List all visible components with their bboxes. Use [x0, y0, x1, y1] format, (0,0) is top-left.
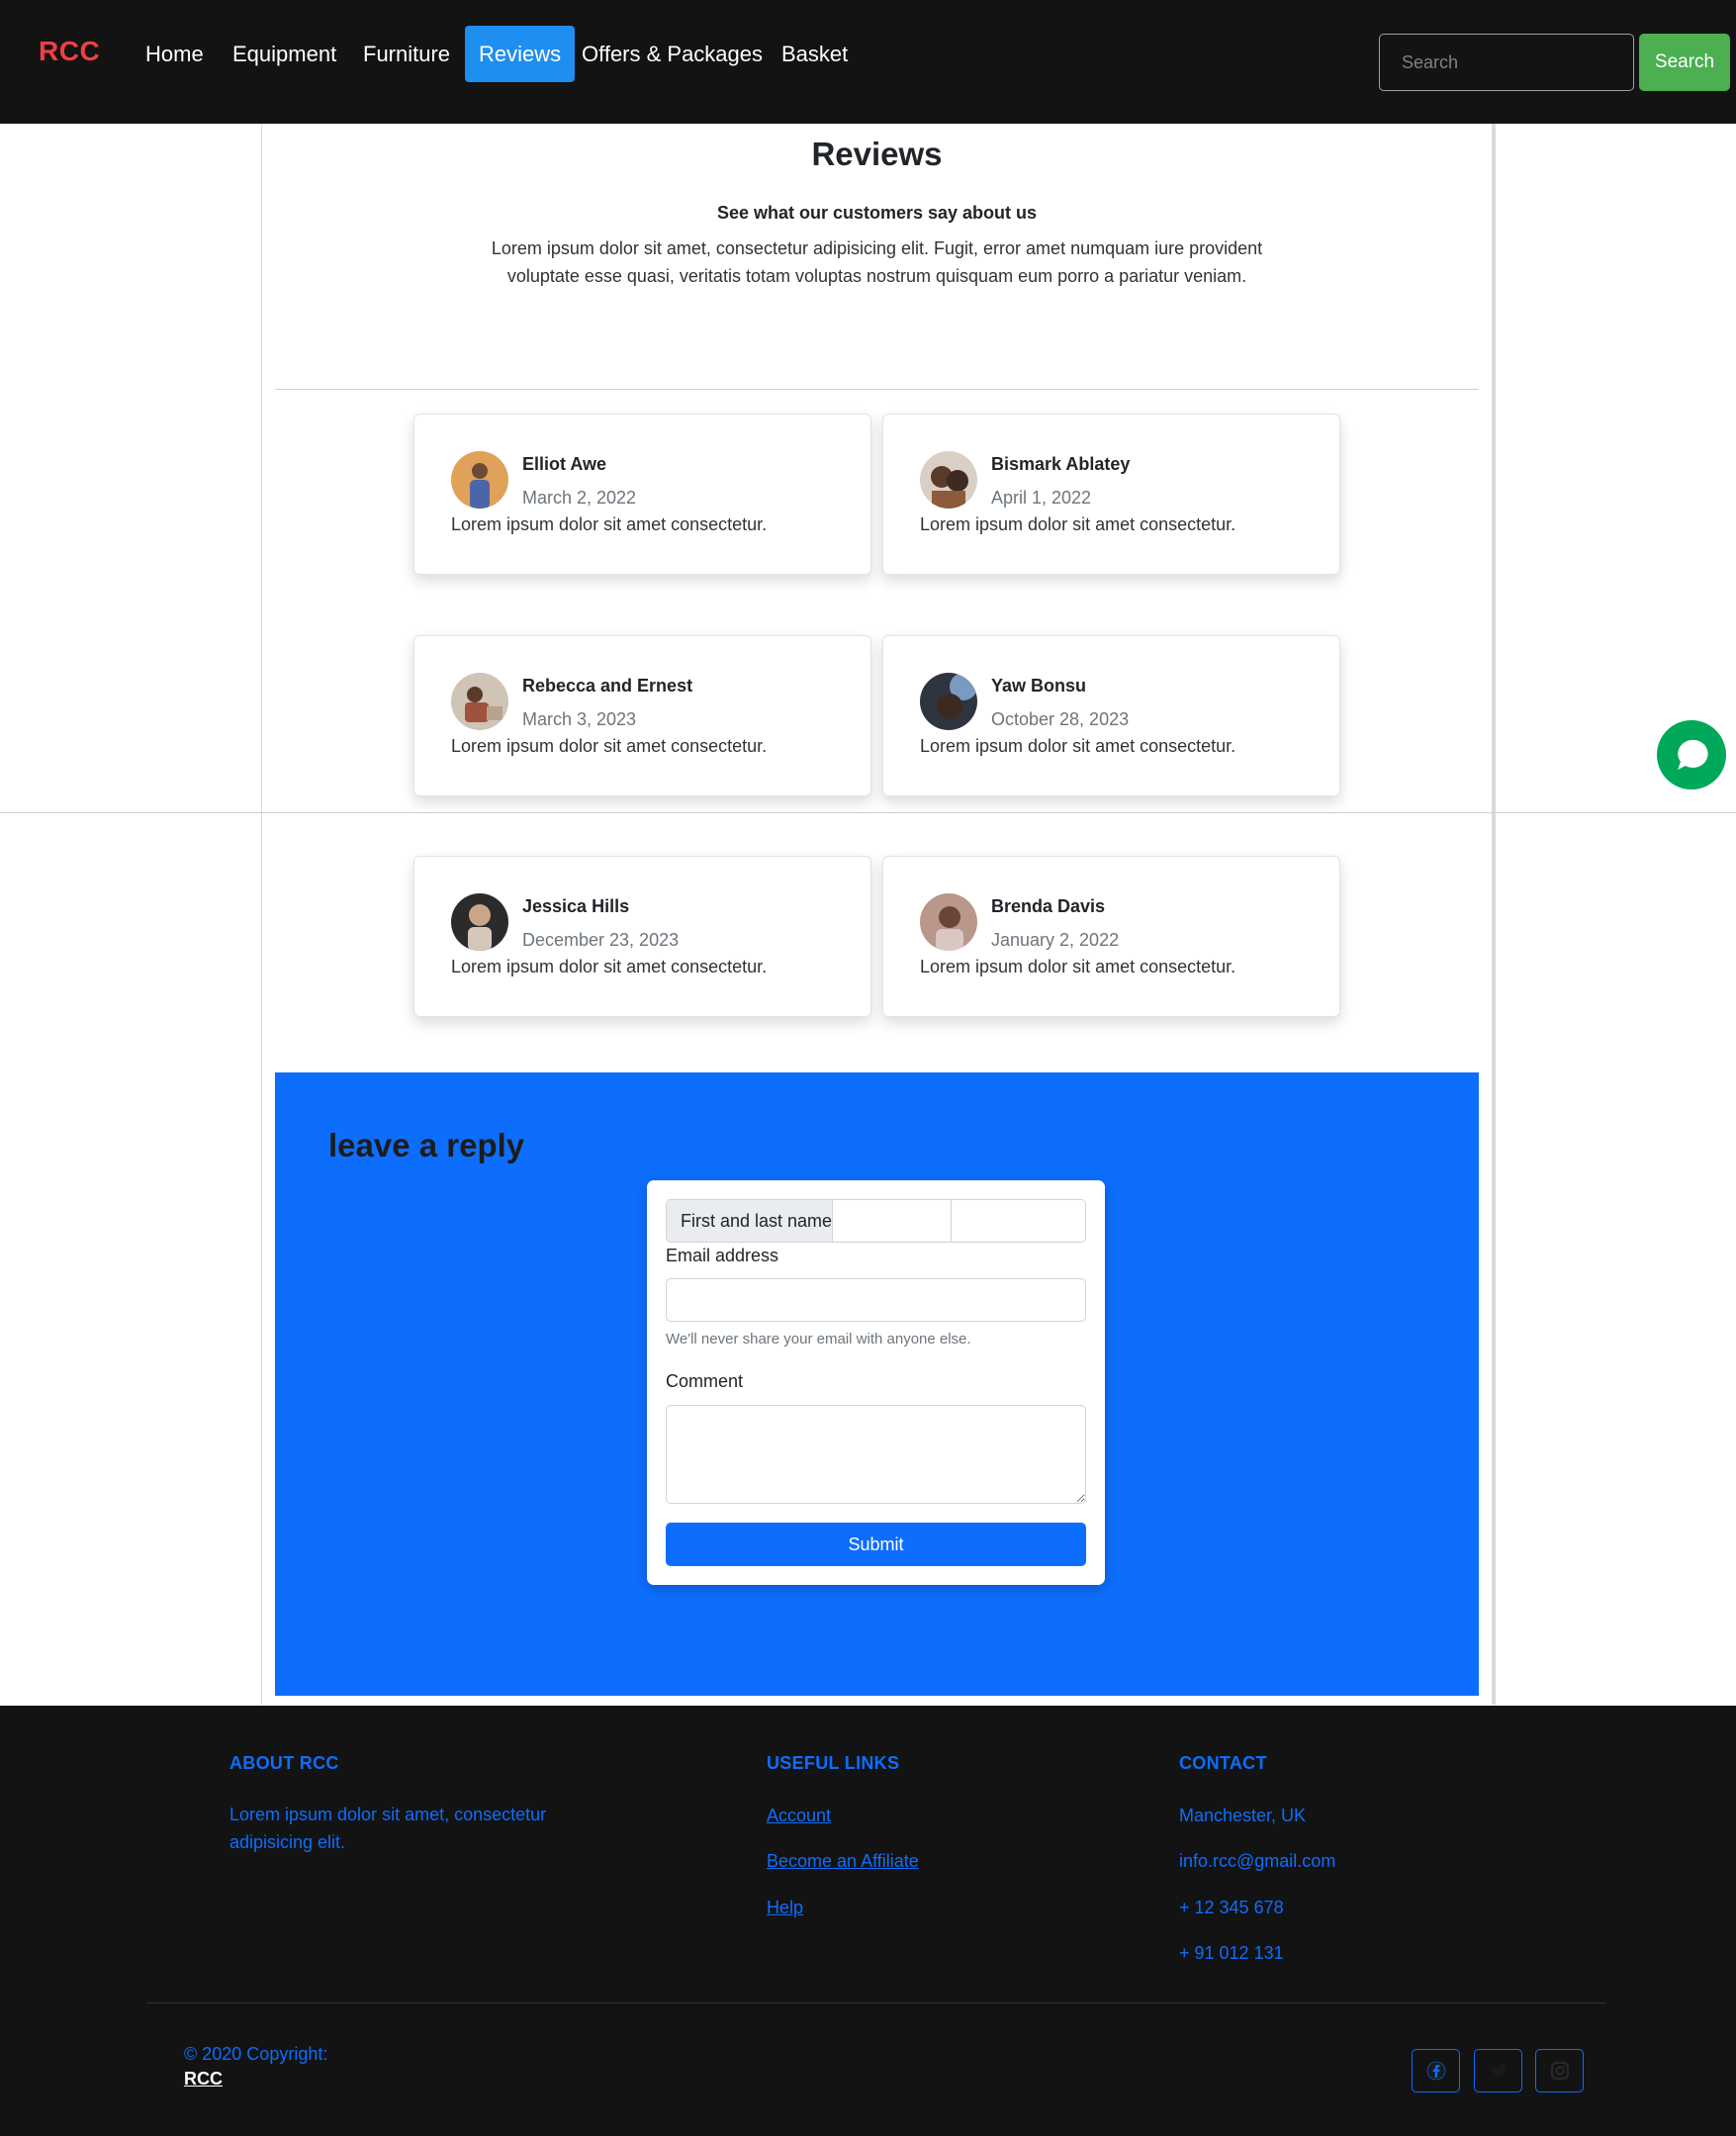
facebook-icon — [1426, 2061, 1445, 2081]
reply-form: First and last name Email address We'll … — [647, 1180, 1105, 1585]
name-label: First and last name — [667, 1200, 834, 1242]
review-text: Lorem ipsum dolor sit amet consectetur. — [451, 514, 768, 534]
nav-basket[interactable]: Basket — [768, 26, 862, 82]
nav-offers-packages[interactable]: Offers & Packages — [568, 26, 777, 82]
page-title: Reviews — [811, 136, 943, 172]
review-date: January 2, 2022 — [991, 930, 1120, 950]
nav-furniture[interactable]: Furniture — [349, 26, 464, 82]
section-divider — [275, 389, 1479, 390]
comment-label: Comment — [666, 1371, 744, 1391]
contact-location: Manchester, UK — [1179, 1806, 1307, 1825]
copyright-text: © 2020 Copyright: — [184, 2044, 328, 2064]
twitter-icon — [1491, 2064, 1507, 2078]
page-subtitle: See what our customers say about us — [716, 203, 1038, 223]
chat-button[interactable] — [1657, 720, 1726, 789]
chat-bubble-icon — [1662, 725, 1721, 785]
footer-link-affiliate[interactable]: Become an Affiliate — [767, 1851, 919, 1872]
email-input[interactable] — [666, 1278, 1086, 1322]
review-text: Lorem ipsum dolor sit amet consectetur. — [920, 736, 1236, 756]
review-date: April 1, 2022 — [991, 488, 1092, 508]
contact-phone-1: + 12 345 678 — [1179, 1898, 1284, 1917]
avatar — [920, 673, 977, 730]
first-name-input[interactable] — [833, 1200, 953, 1242]
navbar: RCC Home Equipment Furniture Reviews Off… — [0, 0, 1736, 124]
intro-text: Lorem ipsum dolor sit amet, consectetur … — [491, 238, 1263, 286]
review-date: March 2, 2022 — [522, 488, 637, 508]
email-help-text: We'll never share your email with anyone… — [666, 1331, 971, 1347]
reviewer-name: Brenda Davis — [991, 896, 1106, 916]
email-label: Email address — [666, 1246, 779, 1265]
last-name-input[interactable] — [952, 1200, 1085, 1242]
nav-reviews[interactable]: Reviews — [465, 26, 576, 82]
review-card: Rebecca and Ernest March 3, 2023 Lorem i… — [413, 635, 871, 796]
contact-phone-2: + 91 012 131 — [1179, 1943, 1284, 1963]
reviewer-name: Elliot Awe — [522, 454, 607, 474]
instagram-button[interactable] — [1535, 2049, 1584, 2092]
reviewer-name: Jessica Hills — [522, 896, 630, 916]
review-date: December 23, 2023 — [522, 930, 680, 950]
footer-link-account[interactable]: Account — [767, 1806, 831, 1826]
avatar — [451, 893, 508, 951]
avatar — [451, 673, 508, 730]
comment-input[interactable] — [666, 1405, 1086, 1504]
reviewer-name: Bismark Ablatey — [991, 454, 1131, 474]
reviewer-name: Rebecca and Ernest — [522, 676, 693, 696]
review-card: Jessica Hills December 23, 2023 Lorem ip… — [413, 856, 871, 1017]
footer-links-heading: USEFUL LINKS — [767, 1753, 900, 1773]
facebook-button[interactable] — [1412, 2049, 1460, 2092]
footer-link-help[interactable]: Help — [767, 1898, 803, 1918]
footer-contact-heading: CONTACT — [1179, 1753, 1267, 1773]
review-text: Lorem ipsum dolor sit amet consectetur. — [920, 514, 1236, 534]
footer-divider — [146, 2002, 1606, 2003]
avatar — [451, 451, 508, 509]
review-text: Lorem ipsum dolor sit amet consectetur. — [920, 957, 1236, 976]
contact-email: info.rcc@gmail.com — [1179, 1851, 1336, 1871]
instagram-icon — [1550, 2062, 1569, 2080]
footer: ABOUT RCC Lorem ipsum dolor sit amet, co… — [0, 1706, 1736, 2136]
footer-about-text: Lorem ipsum dolor sit amet, consectetur … — [229, 1805, 547, 1852]
review-card: Yaw Bonsu October 28, 2023 Lorem ipsum d… — [882, 635, 1340, 796]
submit-button[interactable]: Submit — [666, 1523, 1086, 1566]
reply-section: leave a reply First and last name Email … — [275, 1072, 1479, 1696]
container-border-left — [261, 124, 262, 1705]
reviewer-name: Yaw Bonsu — [991, 676, 1087, 696]
brand-logo[interactable]: RCC — [39, 36, 100, 67]
footer-about-heading: ABOUT RCC — [229, 1753, 339, 1773]
review-card: Bismark Ablatey April 1, 2022 Lorem ipsu… — [882, 414, 1340, 575]
review-card: Elliot Awe March 2, 2022 Lorem ipsum dol… — [413, 414, 871, 575]
reply-heading: leave a reply — [328, 1127, 525, 1163]
container-border-right — [1492, 124, 1496, 1705]
copyright-brand-link[interactable]: RCC — [184, 2069, 223, 2090]
review-date: October 28, 2023 — [991, 709, 1130, 729]
search-button[interactable]: Search — [1639, 34, 1730, 91]
avatar — [920, 451, 977, 509]
review-date: March 3, 2023 — [522, 709, 637, 729]
nav-equipment[interactable]: Equipment — [219, 26, 350, 82]
nav-home[interactable]: Home — [132, 26, 218, 82]
review-card: Brenda Davis January 2, 2022 Lorem ipsum… — [882, 856, 1340, 1017]
twitter-button[interactable] — [1474, 2049, 1522, 2092]
horizontal-rule — [0, 812, 1736, 813]
review-text: Lorem ipsum dolor sit amet consectetur. — [451, 736, 768, 756]
search-input[interactable] — [1379, 34, 1634, 91]
review-text: Lorem ipsum dolor sit amet consectetur. — [451, 957, 768, 976]
name-input-group: First and last name — [666, 1199, 1086, 1243]
avatar — [920, 893, 977, 951]
